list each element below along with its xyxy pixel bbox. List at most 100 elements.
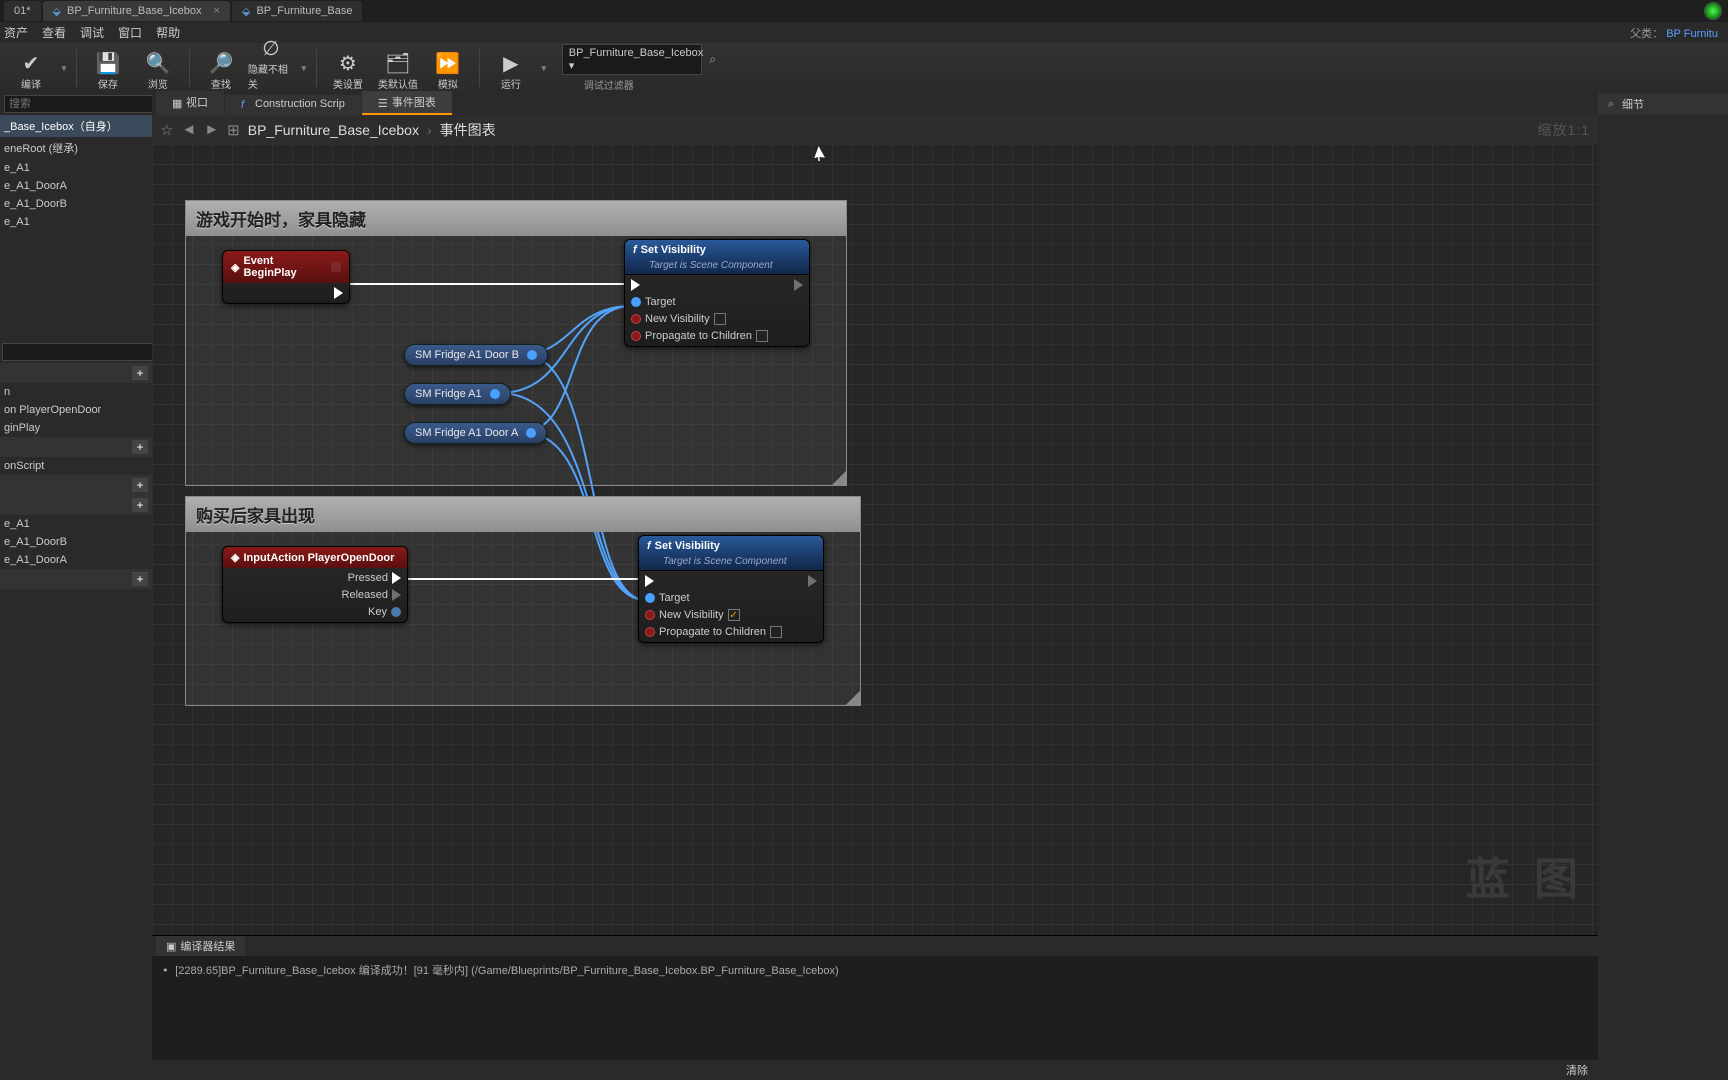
back-button[interactable]: ◄ (181, 121, 196, 138)
class-defaults-button[interactable]: 🗂类默认值 (375, 45, 421, 91)
add-button[interactable]: + (132, 478, 148, 492)
forward-button[interactable]: ► (204, 121, 219, 138)
find-button[interactable]: 🔎查找 (198, 45, 244, 91)
crumb-bp[interactable]: BP_Furniture_Base_Icebox (248, 122, 419, 138)
component-root[interactable]: eneRoot (继承) (0, 137, 152, 159)
variable-node[interactable]: SM Fridge A1 (404, 383, 511, 405)
exec-in-pin[interactable] (645, 575, 782, 587)
comment-title[interactable]: 游戏开始时，家具隐藏 (186, 201, 846, 236)
debug-object-select[interactable]: BP_Furniture_Base_Icebox ▾ (562, 44, 702, 75)
component-door-a[interactable]: e_A1_DoorA (0, 177, 152, 195)
graphs-header[interactable]: + (0, 363, 152, 383)
component-a1[interactable]: e_A1 (0, 159, 152, 177)
menu-debug[interactable]: 调试 (80, 24, 104, 41)
parent-class-link[interactable]: BP Furnitu (1666, 28, 1718, 40)
component-self[interactable]: _Base_Icebox（自身） (0, 115, 152, 137)
new-visibility-pin[interactable]: New Visibility (631, 313, 768, 325)
tab-event-graph[interactable]: ☰事件图表 (362, 91, 452, 115)
graph-canvas[interactable]: 游戏开始时，家具隐藏 购买后家具出现 ◈Event BeginPlay fSet… (152, 144, 1598, 935)
close-icon[interactable]: × (214, 5, 220, 17)
clear-button[interactable]: 清除 (1566, 1062, 1588, 1078)
details-header[interactable]: ⌕细节 (1598, 93, 1728, 115)
variable-item[interactable]: e_A1_DoorB (0, 533, 152, 551)
checkbox-checked[interactable]: ✓ (728, 609, 740, 621)
propagate-pin[interactable]: Propagate to Children (631, 330, 768, 342)
compiler-panel: ▣编译器结果 • [2289.65]BP_Furniture_Base_Iceb… (152, 935, 1598, 1080)
checkbox[interactable] (770, 626, 782, 638)
pressed-pin[interactable]: Pressed (348, 572, 401, 584)
browse-button[interactable]: 🔍浏览 (135, 45, 181, 91)
compiler-results-tab[interactable]: ▣编译器结果 (156, 936, 245, 956)
play-icon: ▶ (498, 50, 524, 76)
add-button[interactable]: + (132, 366, 148, 380)
compile-button[interactable]: ✔编译 (8, 45, 54, 91)
class-settings-button[interactable]: ⚙类设置 (325, 45, 371, 91)
output-pin[interactable] (490, 389, 500, 399)
node-badge (331, 262, 341, 272)
chevron-down-icon[interactable]: ▼ (60, 64, 68, 73)
dispatchers-header[interactable]: + (0, 569, 152, 589)
released-pin[interactable]: Released (342, 589, 401, 601)
variable-item[interactable]: e_A1_DoorA (0, 551, 152, 569)
exec-out-pin[interactable] (794, 279, 803, 291)
tab-viewport[interactable]: ▦视口 (156, 91, 224, 115)
functions-header[interactable]: + (0, 437, 152, 457)
add-button[interactable]: + (132, 440, 148, 454)
variable-item[interactable]: e_A1 (0, 515, 152, 533)
menu-help[interactable]: 帮助 (156, 24, 180, 41)
search-icon[interactable]: ⌕ (706, 53, 720, 67)
hide-unrelated-button[interactable]: ∅隐藏不相关 (248, 45, 294, 91)
menu-asset[interactable]: 资产 (4, 24, 28, 41)
graph-item[interactable]: onScript (0, 457, 152, 475)
menu-view[interactable]: 查看 (42, 24, 66, 41)
graph-item[interactable]: on PlayerOpenDoor (0, 401, 152, 419)
variable-node[interactable]: SM Fridge A1 Door B (404, 344, 548, 366)
component-a1-2[interactable]: e_A1 (0, 213, 152, 231)
output-pin[interactable] (527, 350, 537, 360)
tab-level[interactable]: 01* (4, 1, 41, 21)
comment-title[interactable]: 购买后家具出现 (186, 497, 860, 532)
exec-out-pin[interactable] (334, 287, 343, 299)
output-pin[interactable] (526, 428, 536, 438)
propagate-pin[interactable]: Propagate to Children (645, 626, 782, 638)
chevron-down-icon[interactable]: ▼ (300, 64, 308, 73)
component-search[interactable] (4, 95, 156, 113)
compiler-output[interactable]: • [2289.65]BP_Furniture_Base_Icebox 编译成功… (152, 956, 1598, 1060)
target-pin[interactable]: Target (631, 296, 768, 308)
target-pin[interactable]: Target (645, 592, 782, 604)
checkbox[interactable] (756, 330, 768, 342)
node-set-visibility[interactable]: fSet Visibility Target is Scene Componen… (638, 535, 824, 643)
chevron-down-icon[interactable]: ▼ (540, 64, 548, 73)
resize-handle[interactable] (832, 471, 846, 485)
crumb-graph[interactable]: 事件图表 (440, 120, 496, 140)
exec-in-pin[interactable] (631, 279, 768, 291)
tab-icebox[interactable]: ⬙BP_Furniture_Base_Icebox× (43, 1, 230, 21)
tab-construction[interactable]: fConstruction Scrip (225, 95, 361, 115)
node-input-action[interactable]: ◈InputAction PlayerOpenDoor Pressed Rele… (222, 546, 408, 623)
simulate-button[interactable]: ⏩模拟 (425, 45, 471, 91)
myblueprint-search[interactable] (2, 343, 154, 361)
checkbox[interactable] (714, 313, 726, 325)
resize-handle[interactable] (846, 691, 860, 705)
new-visibility-pin[interactable]: New Visibility✓ (645, 609, 782, 621)
play-button[interactable]: ▶运行 (488, 45, 534, 91)
graph-item[interactable]: ginPlay (0, 419, 152, 437)
tab-furniture-base[interactable]: ⬙BP_Furniture_Base (232, 1, 362, 21)
variables-header[interactable]: + (0, 495, 152, 515)
exec-out-pin[interactable] (808, 575, 817, 587)
node-subtitle: Target is Scene Component (639, 556, 823, 571)
graph-item[interactable]: n (0, 383, 152, 401)
component-door-b[interactable]: e_A1_DoorB (0, 195, 152, 213)
grid-icon[interactable]: ⊞ (227, 121, 240, 139)
node-set-visibility[interactable]: fSet Visibility Target is Scene Componen… (624, 239, 810, 347)
save-button[interactable]: 💾保存 (85, 45, 131, 91)
macros-header[interactable]: + (0, 475, 152, 495)
source-control-icon[interactable] (1704, 2, 1722, 20)
variable-node[interactable]: SM Fridge A1 Door A (404, 422, 547, 444)
star-icon[interactable]: ☆ (160, 121, 173, 139)
add-button[interactable]: + (132, 498, 148, 512)
add-button[interactable]: + (132, 572, 148, 586)
menu-window[interactable]: 窗口 (118, 24, 142, 41)
key-pin[interactable]: Key (368, 606, 401, 618)
node-event-beginplay[interactable]: ◈Event BeginPlay (222, 250, 350, 304)
